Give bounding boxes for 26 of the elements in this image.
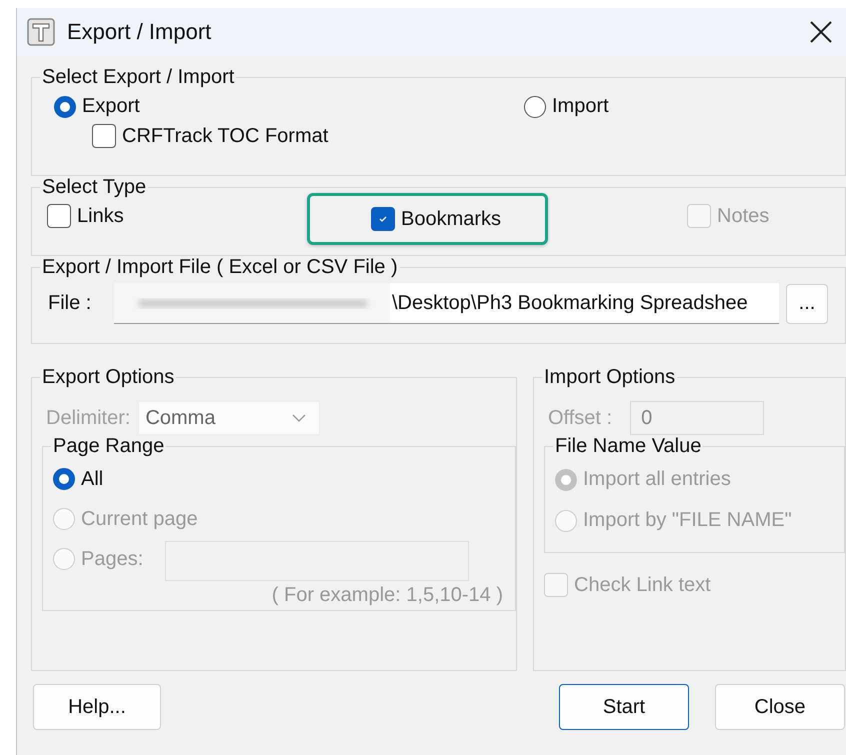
hint-text: ( For example: 1,5,10-14 ) — [270, 584, 504, 607]
group-title: Select Export / Import — [41, 66, 236, 89]
radio-option[interactable]: All — [53, 468, 104, 490]
group-title: File Name Value — [554, 435, 702, 458]
app-icon — [27, 18, 55, 46]
dialog-button[interactable]: Help... — [33, 684, 161, 730]
file-path-field[interactable]: \Desktop\Ph3 Bookmarking Spreadshee — [114, 283, 779, 324]
group-title: Import Options — [543, 366, 676, 389]
group-title: Page Range — [52, 435, 166, 458]
group-title: Export / Import File ( Excel or CSV File ) — [41, 256, 399, 279]
dialog-button[interactable]: Close — [715, 684, 845, 730]
checkbox-option[interactable]: Links — [47, 204, 124, 228]
radio-option[interactable]: Export — [54, 95, 524, 118]
field-label: Offset : — [548, 406, 612, 430]
browse-button[interactable]: ... — [786, 284, 828, 324]
checkbox-option[interactable]: CRFTrack TOC Format — [92, 124, 328, 148]
close-icon[interactable] — [808, 19, 834, 45]
group-title: Export Options — [41, 366, 176, 389]
field-label: File : — [47, 292, 92, 315]
checkbox-option[interactable]: Bookmarks — [371, 207, 502, 231]
window-title: Export / Import — [67, 19, 212, 45]
field-label: Delimiter: — [46, 406, 130, 430]
group-title: Select Type — [41, 176, 148, 199]
dialog-button[interactable]: Start — [559, 684, 689, 730]
radio-option[interactable]: Import — [524, 95, 609, 118]
chevron-down-icon — [291, 413, 308, 423]
